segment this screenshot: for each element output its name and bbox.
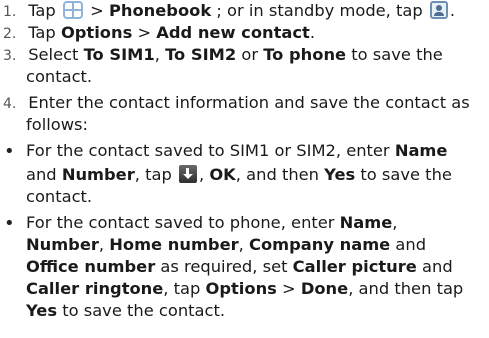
step-text: . xyxy=(449,1,456,20)
bullet-text: as required, set xyxy=(155,257,293,276)
bullet-text: and xyxy=(390,235,427,254)
bullet-dot: • xyxy=(4,213,15,234)
to-sim1-label: To SIM1 xyxy=(83,45,155,64)
bullet-text: contact. xyxy=(26,187,93,206)
step-text: or xyxy=(236,45,264,64)
bullet-text: , tap xyxy=(134,165,177,184)
bullet-text: , xyxy=(392,213,398,232)
yes-label: Yes xyxy=(26,301,58,320)
options-label: Options xyxy=(60,23,133,42)
step-number: 4. xyxy=(3,96,17,112)
to-phone-label: To phone xyxy=(263,45,347,64)
office-number-label: Office number xyxy=(26,257,156,276)
bullet-text: and xyxy=(416,257,453,276)
company-name-label: Company name xyxy=(249,235,391,254)
save-download-icon xyxy=(178,165,197,183)
step-text: . xyxy=(309,23,316,42)
step-1: 1. Tap > Phonebook ; or in standby mode,… xyxy=(0,0,483,23)
bullet-text: and xyxy=(26,165,62,184)
step-text: follows: xyxy=(26,115,88,134)
bullet-text: For the contact saved to SIM1 or SIM2, e… xyxy=(26,141,395,160)
step-text: Tap xyxy=(28,23,61,42)
bullet-text: , and then xyxy=(235,165,325,184)
bullet-text: , xyxy=(238,235,250,254)
phonebook-label: Phonebook xyxy=(108,1,212,20)
step-number: 2. xyxy=(3,26,17,42)
caller-picture-label: Caller picture xyxy=(292,257,417,276)
step-text: Tap xyxy=(28,1,61,20)
name-label: Name xyxy=(339,213,393,232)
bullet-text: For the contact saved to phone, enter xyxy=(26,213,340,232)
step-text: Enter the contact information and save t… xyxy=(28,93,470,112)
to-sim2-label: To SIM2 xyxy=(165,45,237,64)
number-label: Number xyxy=(26,235,99,254)
menu-grid-icon xyxy=(62,1,83,19)
step-text: to save the xyxy=(346,45,443,64)
options-label: Options xyxy=(205,279,277,298)
step-text: , xyxy=(154,45,166,64)
phonebook-contact-icon xyxy=(429,1,448,19)
yes-label: Yes xyxy=(324,165,356,184)
bullet-dot: • xyxy=(4,141,15,162)
step-text: > xyxy=(132,23,157,42)
bullet-text: , xyxy=(98,235,110,254)
done-label: Done xyxy=(300,279,349,298)
step-text: > xyxy=(90,1,109,20)
bullet-text: , xyxy=(198,165,210,184)
name-label: Name xyxy=(394,141,448,160)
step-text: ; or in standby mode, tap xyxy=(216,1,428,20)
step-number: 1. xyxy=(3,4,17,20)
step-text: contact. xyxy=(26,67,93,86)
bullet-text: to save the xyxy=(355,165,452,184)
bullet-text: , tap xyxy=(163,279,206,298)
step-number: 3. xyxy=(3,48,17,64)
number-label: Number xyxy=(61,165,135,184)
caller-ringtone-label: Caller ringtone xyxy=(26,279,164,298)
add-new-contact-label: Add new contact xyxy=(156,23,310,42)
home-number-label: Home number xyxy=(109,235,239,254)
bullet-text: , and then tap xyxy=(348,279,464,298)
bullet-text: > xyxy=(276,279,301,298)
step-2: 2. Tap Options > Add new contact. xyxy=(0,22,483,45)
instruction-document: 1. Tap > Phonebook ; or in standby mode,… xyxy=(0,0,489,338)
step-4: 4. Enter the contact information and sav… xyxy=(0,92,483,115)
step-text: Select xyxy=(28,45,84,64)
step-3: 3. Select To SIM1, To SIM2 or To phone t… xyxy=(0,44,483,67)
ok-label: OK xyxy=(209,165,236,184)
bullet-text: to save the contact. xyxy=(57,301,226,320)
